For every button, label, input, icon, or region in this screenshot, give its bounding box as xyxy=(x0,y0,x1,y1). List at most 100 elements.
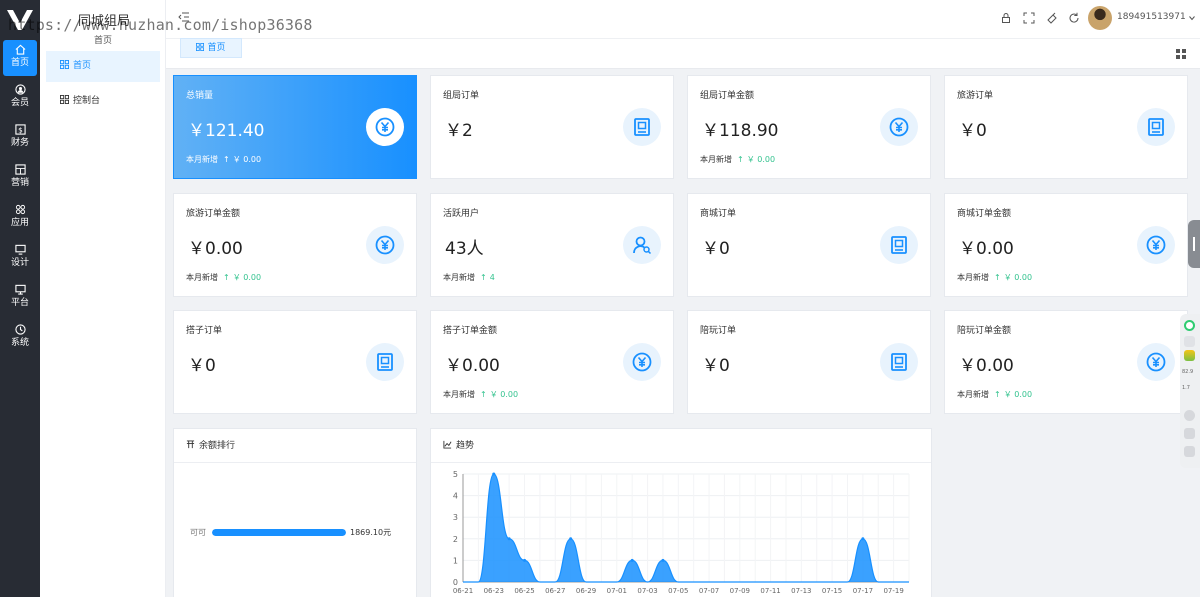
trend-chart: 0 1 2 3 4 5 06-21 06-23 06-25 06-27 06-29 07-01 07-0… xyxy=(453,470,910,595)
float-stat-2: 1.7 xyxy=(1182,385,1190,391)
shield-icon[interactable] xyxy=(1184,320,1195,331)
watermark-text: https://www.huzhan.com/ishop36368 xyxy=(8,16,313,34)
battery-icon[interactable] xyxy=(1184,350,1195,361)
card-footer: 本月新增 ↑ ￥ 0.00 xyxy=(186,272,261,283)
card-footer: 本月新增 ↑ ￥ 0.00 xyxy=(700,154,775,165)
card-delta: 4 xyxy=(489,273,495,282)
chevron-down-icon[interactable] xyxy=(1189,15,1195,21)
tab-home[interactable]: 首页 xyxy=(180,38,242,58)
stat-card: 总销量 ￥121.40 本月新增 ↑ ￥ 0.00 xyxy=(173,75,417,179)
data-point xyxy=(523,558,527,562)
rail-item-design[interactable]: 设计 xyxy=(3,240,37,276)
tool-icon[interactable] xyxy=(1184,336,1195,347)
balance-user-label: 可可 xyxy=(190,528,206,537)
x-tick-label: 06-29 xyxy=(576,587,596,595)
x-tick-label: 07-13 xyxy=(791,587,811,595)
series-line xyxy=(463,473,909,583)
stat-card: 商城订单 ￥0 xyxy=(687,193,931,297)
card-title: 商城订单 xyxy=(700,209,737,219)
rail-item-home[interactable]: 首页 xyxy=(3,40,37,76)
card-title: 旅游订单 xyxy=(957,91,994,101)
balance-ranking-panel: 余额排行 可可 1869.10元 xyxy=(173,428,417,597)
arrow-up-icon: ↑ xyxy=(223,273,230,282)
clear-cache-icon[interactable] xyxy=(1046,12,1058,24)
rail-item-member[interactable]: 会员 xyxy=(3,80,37,116)
card-title: 搭子订单 xyxy=(186,326,223,336)
panel-header: 余额排行 xyxy=(174,429,416,463)
arrow-up-icon: ↑ xyxy=(994,390,1001,399)
balance-bar-track xyxy=(212,529,346,536)
apps-icon xyxy=(15,204,25,215)
card-value: ￥118.90 xyxy=(702,121,779,141)
image-icon[interactable] xyxy=(1184,428,1195,439)
rail-item-label: 会员 xyxy=(10,98,29,108)
lock-icon[interactable] xyxy=(1000,12,1012,24)
fullscreen-icon[interactable] xyxy=(1023,12,1035,24)
ranking-icon xyxy=(186,440,195,449)
stat-card: 旅游订单金额 ￥0.00 本月新增 ↑ ￥ 0.00 xyxy=(173,193,417,297)
avatar[interactable] xyxy=(1088,6,1112,30)
rail-item-system[interactable]: 系统 xyxy=(3,320,37,356)
stat-card: 搭子订单 ￥0 xyxy=(173,310,417,414)
subnav-item-console[interactable]: 控制台 xyxy=(46,86,160,117)
card-icon-badge xyxy=(880,108,918,146)
rail-item-marketing[interactable]: 营销 xyxy=(3,160,37,196)
y-tick-label: 5 xyxy=(453,470,458,479)
card-value: ￥0.00 xyxy=(959,239,1014,259)
tab-label: 首页 xyxy=(207,43,226,53)
data-point xyxy=(661,558,665,562)
settings-icon[interactable] xyxy=(1184,446,1195,457)
yen-icon xyxy=(889,117,909,137)
rail-item-finance[interactable]: $ 财务 xyxy=(3,120,37,156)
stat-card: 旅游订单 ￥0 xyxy=(944,75,1188,179)
rail-item-label: 平台 xyxy=(10,298,29,308)
card-title: 总销量 xyxy=(186,91,214,101)
data-point xyxy=(630,558,634,562)
card-footer-label: 本月新增 xyxy=(186,155,218,164)
card-value: ￥121.40 xyxy=(188,121,265,141)
card-title: 旅游订单金额 xyxy=(186,209,241,219)
refresh-icon[interactable] xyxy=(1068,12,1080,24)
card-icon-badge xyxy=(366,226,404,264)
card-icon-badge xyxy=(366,108,404,146)
card-icon-badge xyxy=(366,343,404,381)
y-tick-label: 3 xyxy=(453,513,458,522)
card-title: 活跃用户 xyxy=(443,209,480,219)
stat-card: 陪玩订单 ￥0 xyxy=(687,310,931,414)
subnav-item-home[interactable]: 首页 xyxy=(46,51,160,82)
arrow-up-icon: ↑ xyxy=(480,273,487,282)
y-tick-label: 4 xyxy=(453,492,458,501)
svg-text:$: $ xyxy=(18,125,23,134)
card-footer-label: 本月新增 xyxy=(186,273,218,282)
card-value: ￥0 xyxy=(702,356,730,376)
username[interactable]: 189491513971 xyxy=(1117,12,1186,22)
balance-row: 可可 1869.10元 xyxy=(190,527,420,539)
order-icon xyxy=(1148,118,1164,136)
member-icon xyxy=(14,84,26,95)
order-icon xyxy=(891,236,907,254)
speed-icon[interactable] xyxy=(1184,410,1195,421)
rail-item-apps[interactable]: 应用 xyxy=(3,200,37,236)
subnav-item-label: 首页 xyxy=(73,61,92,71)
x-tick-label: 07-05 xyxy=(668,587,688,595)
card-icon-badge xyxy=(1137,226,1175,264)
tabs-bar: 首页 xyxy=(166,38,1200,69)
card-footer: 本月新增 ↑ ￥ 0.00 xyxy=(957,272,1032,283)
stat-card: 组局订单 ￥2 xyxy=(430,75,674,179)
x-tick-label: 06-25 xyxy=(514,587,534,595)
subnav-item-label: 控制台 xyxy=(73,96,101,106)
yen-icon xyxy=(375,117,395,137)
rail-item-platform[interactable]: 平台 xyxy=(3,280,37,316)
card-value: ￥2 xyxy=(445,121,473,141)
card-value: ￥0.00 xyxy=(445,356,500,376)
side-drawer-handle[interactable] xyxy=(1188,220,1200,268)
card-title: 组局订单金额 xyxy=(700,91,755,101)
card-delta: ￥ 0.00 xyxy=(1003,390,1033,399)
card-delta: ￥ 0.00 xyxy=(746,155,776,164)
data-point xyxy=(492,472,496,476)
x-tick-label: 07-19 xyxy=(883,587,903,595)
dashboard-icon xyxy=(196,43,205,51)
card-footer-label: 本月新增 xyxy=(443,273,475,282)
tab-menu-icon[interactable] xyxy=(1176,49,1186,59)
app-subtitle: 首页 xyxy=(94,36,113,46)
